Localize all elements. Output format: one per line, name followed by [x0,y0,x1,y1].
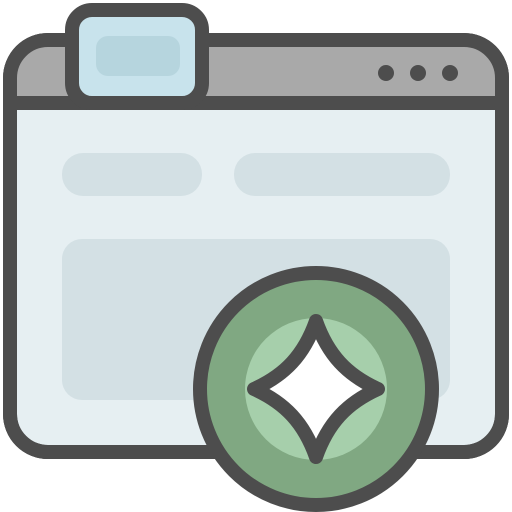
icon-graphic [3,3,509,512]
placeholder-bar-short [62,153,202,196]
browser-window-sparkle-icon [0,0,512,512]
placeholder-bar-long [234,153,450,196]
window-dot-icon [410,65,426,81]
window-tab-inner [96,36,180,76]
window-dot-icon [442,65,458,81]
window-dot-icon [378,65,394,81]
